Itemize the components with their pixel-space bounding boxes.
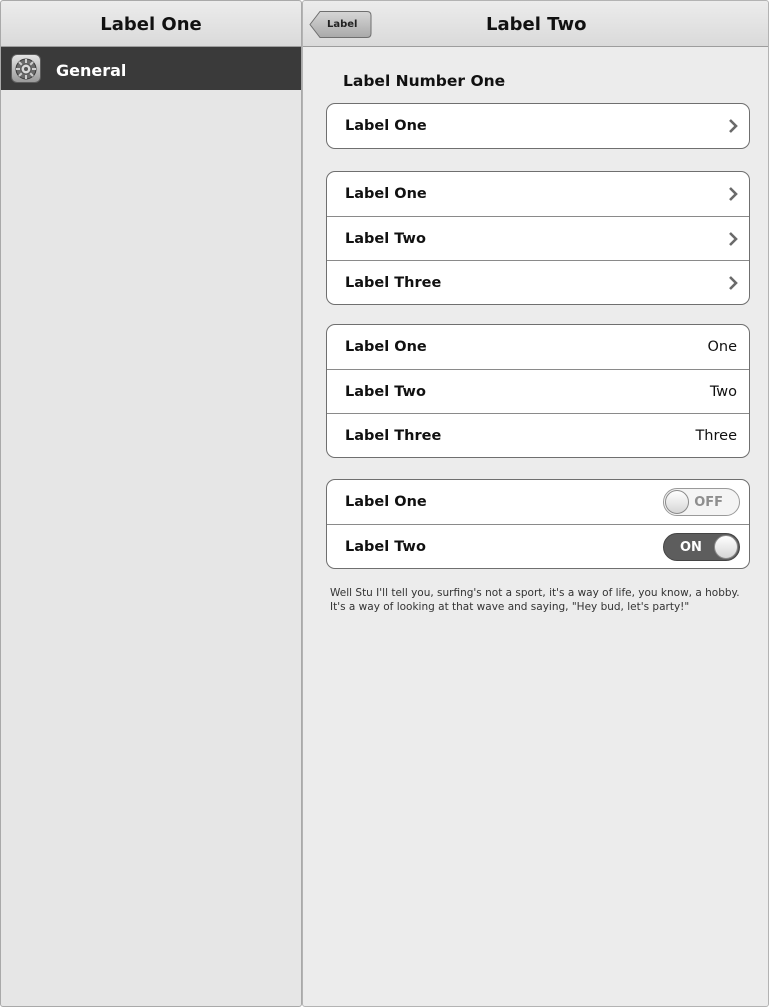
cell-label: Label Two xyxy=(345,230,426,247)
settings-group-4: Label One OFF Label Two ON xyxy=(326,479,750,569)
cell-value: Two xyxy=(709,383,737,400)
back-button-label: Label xyxy=(327,19,358,30)
cell-value: Three xyxy=(695,427,737,444)
toggle-switch-off[interactable]: OFF xyxy=(663,488,740,516)
section-header: Label Number One xyxy=(343,72,506,90)
list-item[interactable]: Label One xyxy=(327,104,749,148)
list-item[interactable]: Label Three xyxy=(327,260,749,304)
cell-label: Label Two xyxy=(345,538,426,555)
footer-text: Well Stu I'll tell you, surfing's not a … xyxy=(330,587,740,613)
detail-pane: Label Label Two Label Number One Label O… xyxy=(302,0,769,1007)
toggle-switch-on[interactable]: ON xyxy=(663,532,740,561)
master-title: Label One xyxy=(100,14,202,35)
toggle-knob xyxy=(665,490,689,514)
chevron-right-icon xyxy=(729,275,738,290)
sidebar-item-general[interactable]: General xyxy=(1,47,301,90)
list-item[interactable]: Label Two Two xyxy=(327,369,749,413)
chevron-right-icon xyxy=(729,231,738,246)
settings-group-3: Label One One Label Two Two Label Three … xyxy=(326,324,750,458)
cell-label: Label One xyxy=(345,186,427,202)
gear-icon xyxy=(11,54,41,83)
list-item[interactable]: Label Two xyxy=(327,216,749,260)
cell-label: Label Three xyxy=(345,274,442,291)
detail-title: Label Two xyxy=(486,14,587,35)
list-item[interactable]: Label One xyxy=(327,172,749,216)
cell-label: Label Two xyxy=(345,383,426,400)
list-item[interactable]: Label One One xyxy=(327,325,749,369)
cell-label: Label Three xyxy=(345,427,442,444)
master-navbar: Label One xyxy=(1,1,301,47)
chevron-right-icon xyxy=(729,187,738,201)
cell-label: Label One xyxy=(345,339,427,355)
cell-value: One xyxy=(707,339,737,355)
list-item: Label Two ON xyxy=(327,524,749,568)
master-pane: Label One General xyxy=(0,0,302,1007)
settings-group-1: Label One xyxy=(326,103,750,149)
list-item[interactable]: Label Three Three xyxy=(327,413,749,457)
list-item: Label One OFF xyxy=(327,480,749,524)
sidebar-item-label: General xyxy=(56,61,127,80)
cell-label: Label One xyxy=(345,118,427,134)
toggle-state-label: OFF xyxy=(694,495,723,510)
toggle-state-label: ON xyxy=(680,539,702,555)
toggle-knob xyxy=(714,534,738,559)
settings-group-2: Label One Label Two Label Three xyxy=(326,171,750,305)
detail-navbar: Label Label Two xyxy=(303,1,768,47)
back-button[interactable]: Label xyxy=(309,10,372,39)
chevron-right-icon xyxy=(729,119,738,133)
cell-label: Label One xyxy=(345,494,427,510)
